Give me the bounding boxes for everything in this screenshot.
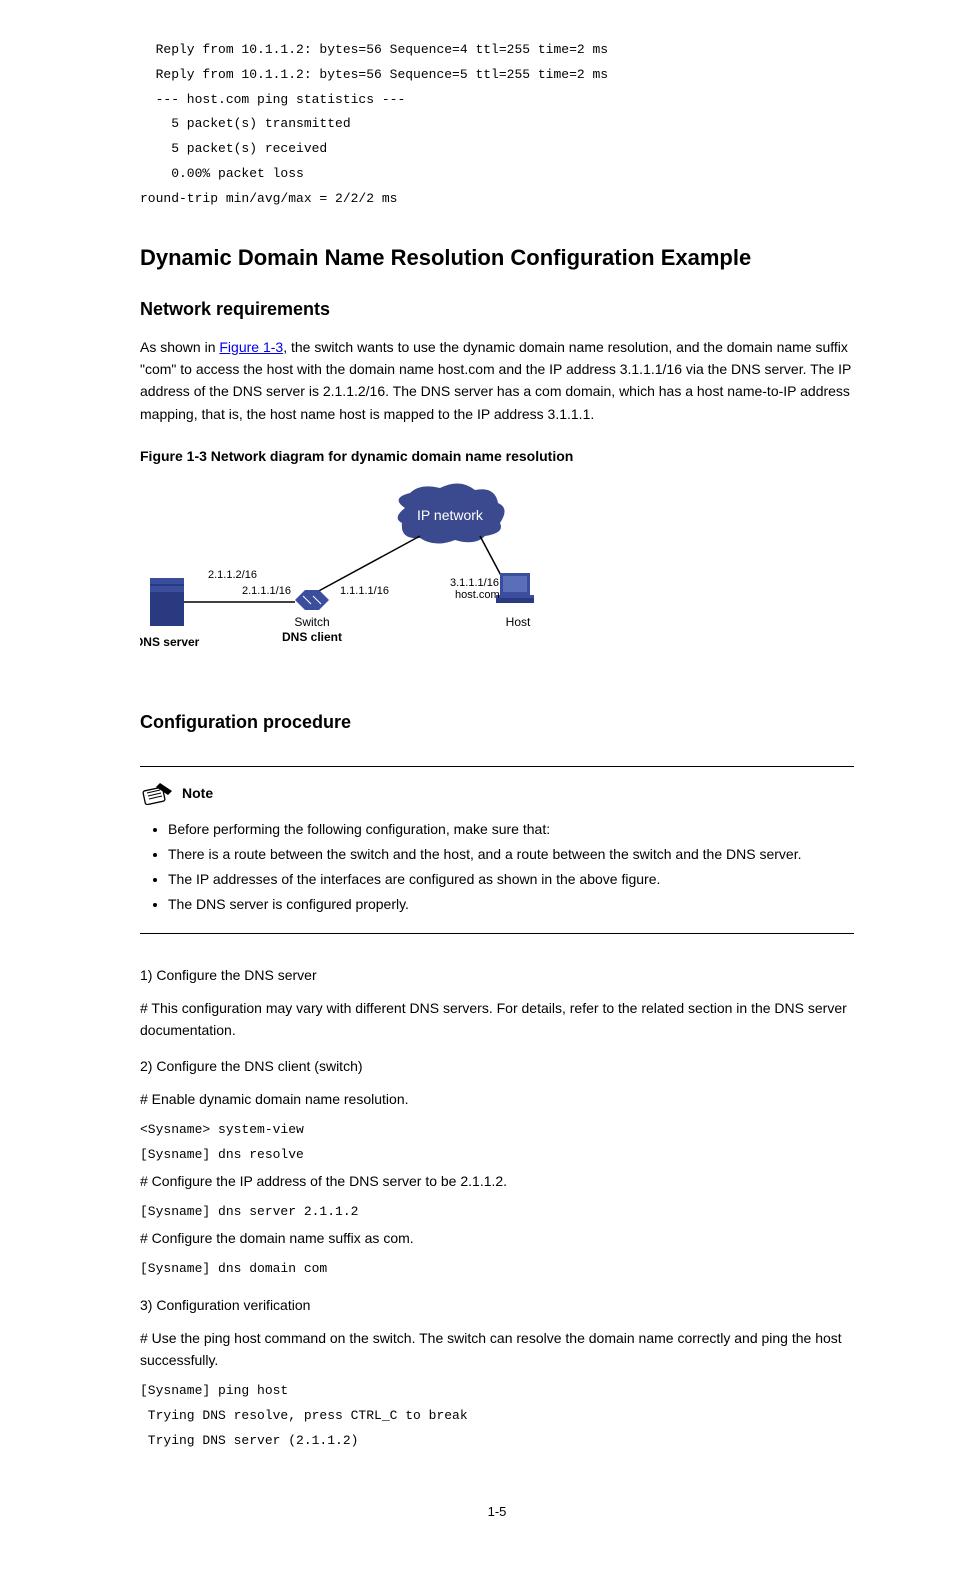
code-line: Reply from 10.1.1.2: bytes=56 Sequence=5… xyxy=(140,65,854,86)
step-2a: # Enable dynamic domain name resolution. xyxy=(140,1088,854,1110)
code-line: 0.00% packet loss xyxy=(140,164,854,185)
switch-label-bottom: DNS client xyxy=(282,630,342,644)
switch-ip-right: 1.1.1.1/16 xyxy=(340,585,389,597)
figure-link[interactable]: Figure 1-3 xyxy=(219,339,283,355)
note-icon xyxy=(140,781,176,805)
switch-ip-left: 2.1.1.1/16 xyxy=(242,585,291,597)
code-line: --- host.com ping statistics --- xyxy=(140,90,854,111)
dns-server-label: DNS server xyxy=(140,635,200,649)
cloud-label: IP network xyxy=(417,507,484,523)
intro-paragraph: As shown in Figure 1-3, the switch wants… xyxy=(140,336,854,426)
code-line: [Sysname] ping host xyxy=(140,1381,854,1402)
code-line: <Sysname> system-view xyxy=(140,1120,854,1141)
code-line: Trying DNS resolve, press CTRL_C to brea… xyxy=(140,1406,854,1427)
step-2c: # Configure the domain name suffix as co… xyxy=(140,1227,854,1249)
host-domain: host.com xyxy=(455,589,500,601)
subsection-heading-procedure: Configuration procedure xyxy=(140,708,854,737)
note-header: Note xyxy=(140,781,854,805)
note-bullet: The DNS server is configured properly. xyxy=(168,894,854,915)
code-line: 5 packet(s) received xyxy=(140,139,854,160)
note-box: Note Before performing the following con… xyxy=(140,766,854,934)
code-line: 5 packet(s) transmitted xyxy=(140,114,854,135)
code-line: [Sysname] dns resolve xyxy=(140,1145,854,1166)
subsection-heading-network: Network requirements xyxy=(140,295,854,324)
section-heading: Dynamic Domain Name Resolution Configura… xyxy=(140,240,854,275)
step-2: 2) Configure the DNS client (switch) xyxy=(140,1055,854,1077)
host-label: Host xyxy=(506,615,531,629)
note-bullet-list: Before performing the following configur… xyxy=(140,819,854,915)
step-3-body: # Use the ping host command on the switc… xyxy=(140,1327,854,1372)
note-bullet: There is a route between the switch and … xyxy=(168,844,854,865)
intro-text-before: As shown in xyxy=(140,339,219,355)
switch-label-top: Switch xyxy=(294,615,329,629)
figure-caption: Figure 1-3 Network diagram for dynamic d… xyxy=(140,445,854,467)
dns-server-ip: 2.1.1.2/16 xyxy=(208,569,257,581)
step-1-body: # This configuration may vary with diffe… xyxy=(140,997,854,1042)
code-line: [Sysname] dns server 2.1.1.2 xyxy=(140,1202,854,1223)
note-bullet: The IP addresses of the interfaces are c… xyxy=(168,869,854,890)
code-line: Reply from 10.1.1.2: bytes=56 Sequence=4… xyxy=(140,40,854,61)
code-line: [Sysname] dns domain com xyxy=(140,1259,854,1280)
page-number: 1-5 xyxy=(140,1502,854,1523)
step-1: 1) Configure the DNS server xyxy=(140,964,854,986)
note-bullet: Before performing the following configur… xyxy=(168,819,854,840)
code-line: round-trip min/avg/max = 2/2/2 ms xyxy=(140,189,854,210)
code-line: Trying DNS server (2.1.1.2) xyxy=(140,1431,854,1452)
host-ip: 3.1.1.1/16 xyxy=(450,577,499,589)
step-2b: # Configure the IP address of the DNS se… xyxy=(140,1170,854,1192)
network-diagram: IP network DNS server 2.1.1.2/16 2.1.1.1… xyxy=(140,478,560,678)
note-label: Note xyxy=(182,782,213,804)
step-3: 3) Configuration verification xyxy=(140,1294,854,1316)
